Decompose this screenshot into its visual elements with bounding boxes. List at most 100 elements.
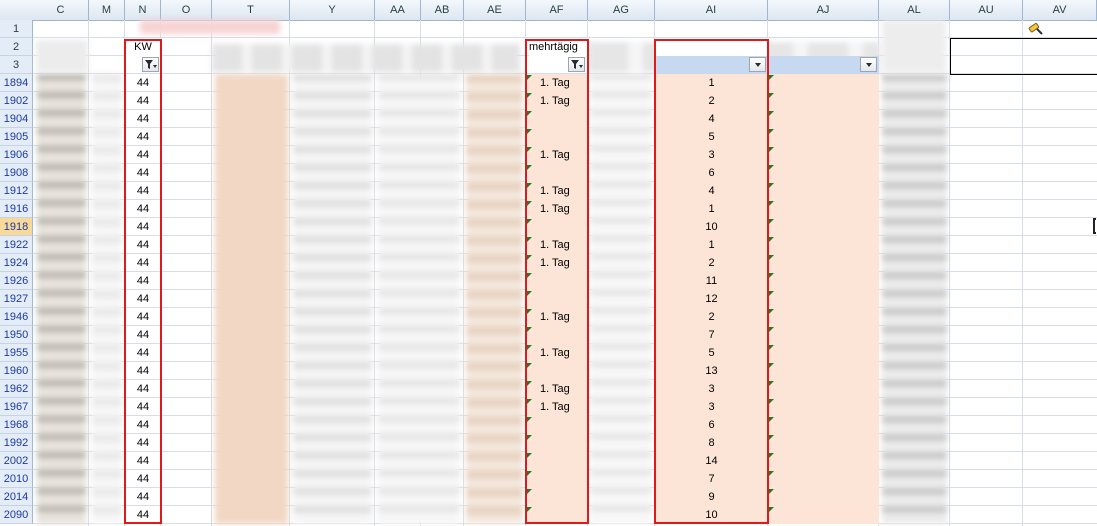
row-header[interactable]: 1904 [0, 110, 33, 128]
column-header-ag[interactable]: AG [588, 0, 655, 20]
column-header-ae[interactable]: AE [464, 0, 526, 20]
aj-cell[interactable] [768, 164, 879, 182]
aj-cell[interactable] [768, 200, 879, 218]
column-header-n[interactable]: N [125, 0, 161, 20]
row-header[interactable]: 1927 [0, 290, 33, 308]
mehrtaegig-cell[interactable] [526, 362, 588, 380]
ai-cell[interactable]: 5 [655, 344, 768, 362]
mehrtaegig-cell[interactable]: 1. Tag [526, 182, 588, 200]
column-header-ai[interactable]: AI [655, 0, 768, 20]
row-header[interactable]: 1918 [0, 218, 33, 236]
aj-cell[interactable] [768, 182, 879, 200]
ai-cell[interactable]: 2 [655, 92, 768, 110]
column-header-o[interactable]: O [161, 0, 212, 20]
aj-cell[interactable] [768, 74, 879, 92]
ai-cell[interactable]: 14 [655, 452, 768, 470]
row-header[interactable]: 1894 [0, 74, 33, 92]
kw-cell[interactable]: 44 [125, 110, 161, 128]
column-header-c[interactable]: C [33, 0, 89, 20]
kw-cell[interactable]: 44 [125, 146, 161, 164]
aj-cell[interactable] [768, 470, 879, 488]
kw-cell[interactable]: 44 [125, 272, 161, 290]
row-header[interactable]: 3 [0, 56, 33, 74]
row-header[interactable]: 1955 [0, 344, 33, 362]
kw-cell[interactable]: 44 [125, 452, 161, 470]
aj-cell[interactable] [768, 218, 879, 236]
aj-cell[interactable] [768, 362, 879, 380]
ai-dropdown-arrow-icon[interactable] [749, 57, 766, 72]
mehrtaegig-cell[interactable] [526, 506, 588, 524]
row-header[interactable]: 1946 [0, 308, 33, 326]
af-filter-funnel-icon[interactable] [568, 57, 585, 72]
kw-cell[interactable]: 44 [125, 380, 161, 398]
mehrtaegig-cell[interactable]: 1. Tag [526, 344, 588, 362]
aj-cell[interactable] [768, 128, 879, 146]
mehrtaegig-cell[interactable]: 1. Tag [526, 200, 588, 218]
ai-cell[interactable]: 4 [655, 182, 768, 200]
column-header-ab[interactable]: AB [421, 0, 464, 20]
row-header[interactable]: 1906 [0, 146, 33, 164]
ai-cell[interactable]: 2 [655, 254, 768, 272]
kw-cell[interactable]: 44 [125, 92, 161, 110]
mehrtaegig-cell[interactable] [526, 452, 588, 470]
column-header-av[interactable]: AV [1023, 0, 1097, 20]
aj-cell[interactable] [768, 272, 879, 290]
ai-cell[interactable]: 11 [655, 272, 768, 290]
mehrtaegig-cell[interactable]: 1. Tag [526, 380, 588, 398]
mehrtaegig-cell[interactable]: 1. Tag [526, 254, 588, 272]
aj-cell[interactable] [768, 488, 879, 506]
mehrtaegig-cell[interactable] [526, 434, 588, 452]
ai-cell[interactable]: 4 [655, 110, 768, 128]
aj-dropdown-arrow-icon[interactable] [860, 57, 877, 72]
aj-cell[interactable] [768, 308, 879, 326]
kw-cell[interactable]: 44 [125, 236, 161, 254]
column-header-aa[interactable]: AA [375, 0, 421, 20]
mehrtaegig-cell[interactable]: 1. Tag [526, 308, 588, 326]
row-header[interactable]: 1967 [0, 398, 33, 416]
kw-cell[interactable]: 44 [125, 362, 161, 380]
ai-cell[interactable]: 2 [655, 308, 768, 326]
kw-cell[interactable]: 44 [125, 128, 161, 146]
row-header[interactable]: 1916 [0, 200, 33, 218]
row-header[interactable]: 2010 [0, 470, 33, 488]
ai-cell[interactable]: 6 [655, 416, 768, 434]
row-header[interactable]: 1960 [0, 362, 33, 380]
kw-filter-funnel-icon[interactable] [142, 57, 159, 72]
mehrtaegig-cell[interactable] [526, 290, 588, 308]
aj-cell[interactable] [768, 110, 879, 128]
ai-cell[interactable]: 12 [655, 290, 768, 308]
kw-cell[interactable]: 44 [125, 164, 161, 182]
row-header[interactable]: 1905 [0, 128, 33, 146]
kw-cell[interactable]: 44 [125, 488, 161, 506]
ai-cell[interactable]: 1 [655, 200, 768, 218]
kw-cell[interactable]: 44 [125, 254, 161, 272]
column-header-y[interactable]: Y [290, 0, 375, 20]
mehrtaegig-cell[interactable]: 1. Tag [526, 236, 588, 254]
row-header[interactable]: 2002 [0, 452, 33, 470]
mehrtaegig-cell[interactable] [526, 416, 588, 434]
kw-cell[interactable]: 44 [125, 326, 161, 344]
ai-cell[interactable]: 9 [655, 488, 768, 506]
mehrtaegig-cell[interactable]: 1. Tag [526, 398, 588, 416]
ai-cell[interactable]: 3 [655, 398, 768, 416]
ai-cell[interactable]: 7 [655, 470, 768, 488]
mehrtaegig-cell[interactable] [526, 218, 588, 236]
ai-cell[interactable]: 1 [655, 74, 768, 92]
aj-cell[interactable] [768, 434, 879, 452]
aj-cell[interactable] [768, 506, 879, 524]
kw-cell[interactable]: 44 [125, 218, 161, 236]
aj-cell[interactable] [768, 452, 879, 470]
row-header[interactable]: 1924 [0, 254, 33, 272]
row-header[interactable]: 1 [0, 20, 33, 38]
kw-cell[interactable]: 44 [125, 416, 161, 434]
column-header-t[interactable]: T [212, 0, 290, 20]
row-header[interactable]: 1922 [0, 236, 33, 254]
aj-cell[interactable] [768, 290, 879, 308]
mehrtaegig-cell[interactable] [526, 110, 588, 128]
mehrtaegig-cell[interactable] [526, 488, 588, 506]
kw-cell[interactable]: 44 [125, 470, 161, 488]
mehrtaegig-cell[interactable] [526, 470, 588, 488]
kw-cell[interactable]: 44 [125, 290, 161, 308]
aj-cell[interactable] [768, 344, 879, 362]
kw-cell[interactable]: 44 [125, 182, 161, 200]
